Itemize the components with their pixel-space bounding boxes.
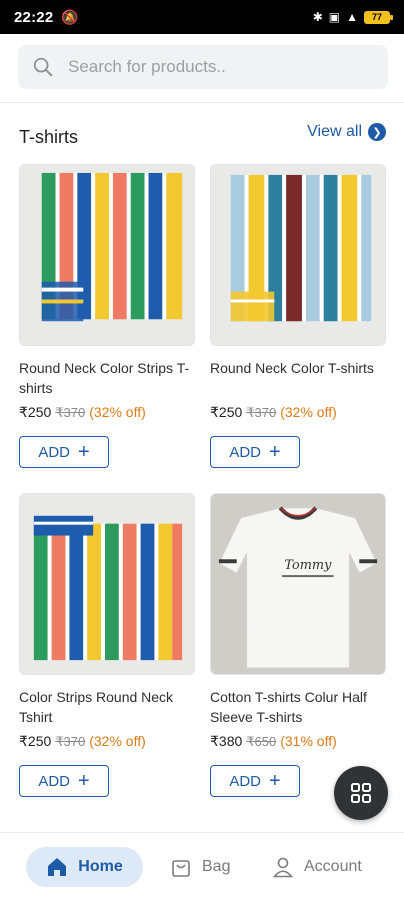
- battery-icon: 77: [364, 10, 393, 24]
- header-divider: [0, 102, 404, 103]
- plus-icon: +: [77, 770, 90, 792]
- nav-account-label: Account: [304, 858, 362, 875]
- add-button[interactable]: ADD +: [19, 765, 109, 797]
- grid-icon: [351, 783, 371, 803]
- product-card[interactable]: Round Neck Color T-shirts ₹250 ₹370 (32% o…: [210, 164, 386, 468]
- nav-home[interactable]: Home: [26, 847, 143, 887]
- plus-icon: +: [268, 770, 281, 792]
- search-bar[interactable]: [18, 45, 388, 89]
- nav-account[interactable]: Account: [272, 847, 362, 887]
- product-price: ₹250: [210, 404, 243, 420]
- vibrate-icon: ▣: [328, 10, 341, 24]
- product-name[interactable]: Round Neck Color Strips T-shirts: [19, 358, 195, 398]
- product-image[interactable]: Tommy: [210, 493, 386, 675]
- product-discount: (32% off): [280, 404, 337, 420]
- battery-level: 77: [371, 12, 382, 22]
- nav-bag[interactable]: Bag: [170, 847, 230, 887]
- add-button-label: ADD: [38, 772, 70, 790]
- categories-fab-button[interactable]: [334, 766, 388, 820]
- product-mrp: ₹370: [55, 734, 86, 749]
- product-image[interactable]: [210, 164, 386, 346]
- home-icon: [48, 858, 67, 876]
- nav-bag-label: Bag: [202, 858, 231, 875]
- plus-icon: +: [268, 441, 281, 463]
- product-name[interactable]: Cotton T-shirts Colur Half Sleeve T-shir…: [210, 687, 386, 727]
- bag-icon: [172, 860, 190, 877]
- product-mrp: ₹370: [55, 405, 86, 420]
- plus-icon: +: [77, 441, 90, 463]
- product-price: ₹380: [210, 733, 243, 749]
- product-name[interactable]: Color Strips Round Neck Tshirt: [19, 687, 195, 727]
- svg-text:Tommy: Tommy: [284, 558, 332, 573]
- product-price: ₹250: [19, 733, 52, 749]
- product-mrp: ₹370: [246, 405, 277, 420]
- product-card[interactable]: Tommy Cotton T-shirts Colur Half Sleeve …: [210, 493, 386, 797]
- product-name[interactable]: Round Neck Color T-shirts: [210, 358, 386, 398]
- bluetooth-icon: ✱: [312, 10, 323, 24]
- price-row: ₹250 ₹370 (32% off): [210, 404, 386, 421]
- add-button[interactable]: ADD +: [210, 765, 300, 797]
- product-discount: (32% off): [89, 733, 146, 749]
- account-icon: [272, 857, 294, 878]
- product-card[interactable]: Color Strips Round Neck Tshirt ₹250 ₹370(…: [19, 493, 195, 797]
- search-input[interactable]: [68, 57, 368, 77]
- search-icon: [33, 57, 53, 77]
- product-discount: (31% off): [280, 733, 337, 749]
- price-row: ₹250 ₹370 (32% off): [19, 733, 195, 750]
- product-image[interactable]: [19, 493, 195, 675]
- add-button[interactable]: ADD +: [210, 436, 300, 468]
- mute-bell-icon: 🔕: [61, 8, 79, 25]
- price-row: ₹250 ₹370 (32% off): [19, 404, 195, 421]
- product-image[interactable]: [19, 164, 195, 346]
- add-button-label: ADD: [229, 772, 261, 790]
- product-card[interactable]: Round Neck Color Strips T-shirts ₹250 ₹37…: [19, 164, 195, 468]
- status-bar: 22:22 🔕 ✱ ▣ ▲ 77: [0, 0, 404, 34]
- add-button-label: ADD: [38, 443, 70, 461]
- product-price: ₹250: [19, 404, 52, 420]
- nav-home-label: Home: [78, 858, 123, 875]
- product-mrp: ₹650: [246, 734, 277, 749]
- view-all-label: View all: [307, 123, 362, 140]
- status-time: 22:22: [14, 8, 54, 26]
- signal-icon: ▲: [346, 10, 358, 24]
- price-row: ₹380 ₹650 (31% off): [210, 733, 386, 750]
- add-button-label: ADD: [229, 443, 261, 461]
- status-icons: ✱ ▣ ▲ 77: [312, 10, 393, 24]
- view-all-link[interactable]: View all ❯: [307, 123, 386, 141]
- section-title: T-shirts: [19, 127, 79, 147]
- add-button[interactable]: ADD +: [19, 436, 109, 468]
- bottom-navigation: Home Bag Account: [0, 832, 404, 900]
- product-discount: (32% off): [89, 404, 146, 420]
- chevron-right-icon: ❯: [368, 123, 386, 141]
